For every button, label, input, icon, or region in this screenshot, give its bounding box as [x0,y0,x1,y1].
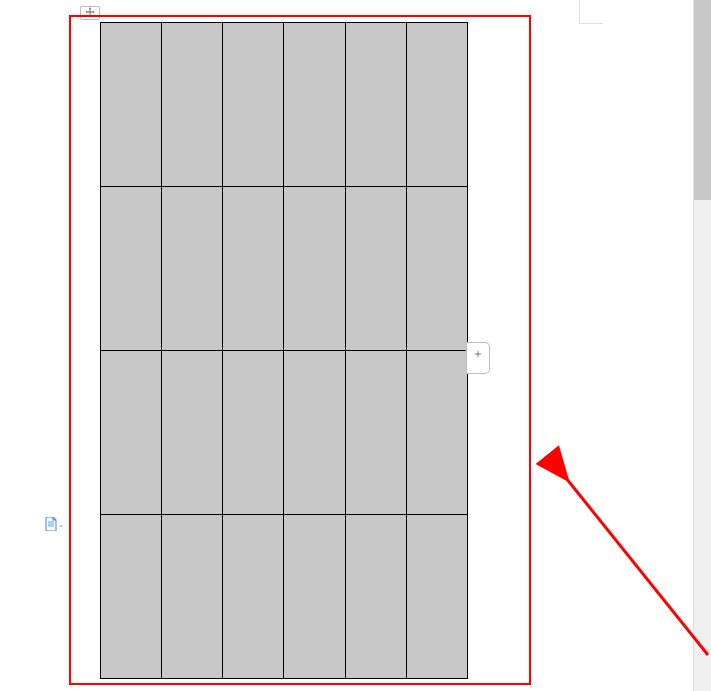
table-row[interactable] [101,515,468,679]
table-cell[interactable] [223,187,284,351]
table-cell[interactable] [101,351,162,515]
page-break-dash: - [59,521,63,532]
table-container[interactable] [100,22,468,679]
table-cell[interactable] [345,187,406,351]
table-cell[interactable] [223,23,284,187]
table-cell[interactable] [345,23,406,187]
table-cell[interactable] [162,23,223,187]
plus-icon: + [474,347,481,361]
data-table[interactable] [100,22,468,679]
page-break-marker[interactable]: - [45,517,63,536]
table-cell[interactable] [162,187,223,351]
document-page: + - [0,0,711,691]
table-cell[interactable] [101,515,162,679]
table-cell[interactable] [223,351,284,515]
page-icon [45,517,57,536]
move-icon [85,4,95,22]
vertical-scrollbar-thumb[interactable] [694,0,711,200]
table-cell[interactable] [162,351,223,515]
table-cell[interactable] [345,351,406,515]
table-cell[interactable] [284,187,345,351]
table-cell[interactable] [284,515,345,679]
table-cell[interactable] [223,515,284,679]
vertical-scrollbar-track[interactable] [693,0,711,691]
add-column-handle[interactable]: + [466,342,490,374]
table-body [101,23,468,679]
table-cell[interactable] [162,515,223,679]
table-cell[interactable] [406,23,467,187]
table-move-handle[interactable] [80,6,100,20]
table-cell[interactable] [406,351,467,515]
table-cell[interactable] [406,187,467,351]
table-row[interactable] [101,187,468,351]
table-cell[interactable] [345,515,406,679]
page-corner-mark [579,0,603,24]
table-cell[interactable] [284,351,345,515]
table-cell[interactable] [101,187,162,351]
table-cell[interactable] [101,23,162,187]
table-cell[interactable] [284,23,345,187]
table-cell[interactable] [406,515,467,679]
table-row[interactable] [101,351,468,515]
table-row[interactable] [101,23,468,187]
